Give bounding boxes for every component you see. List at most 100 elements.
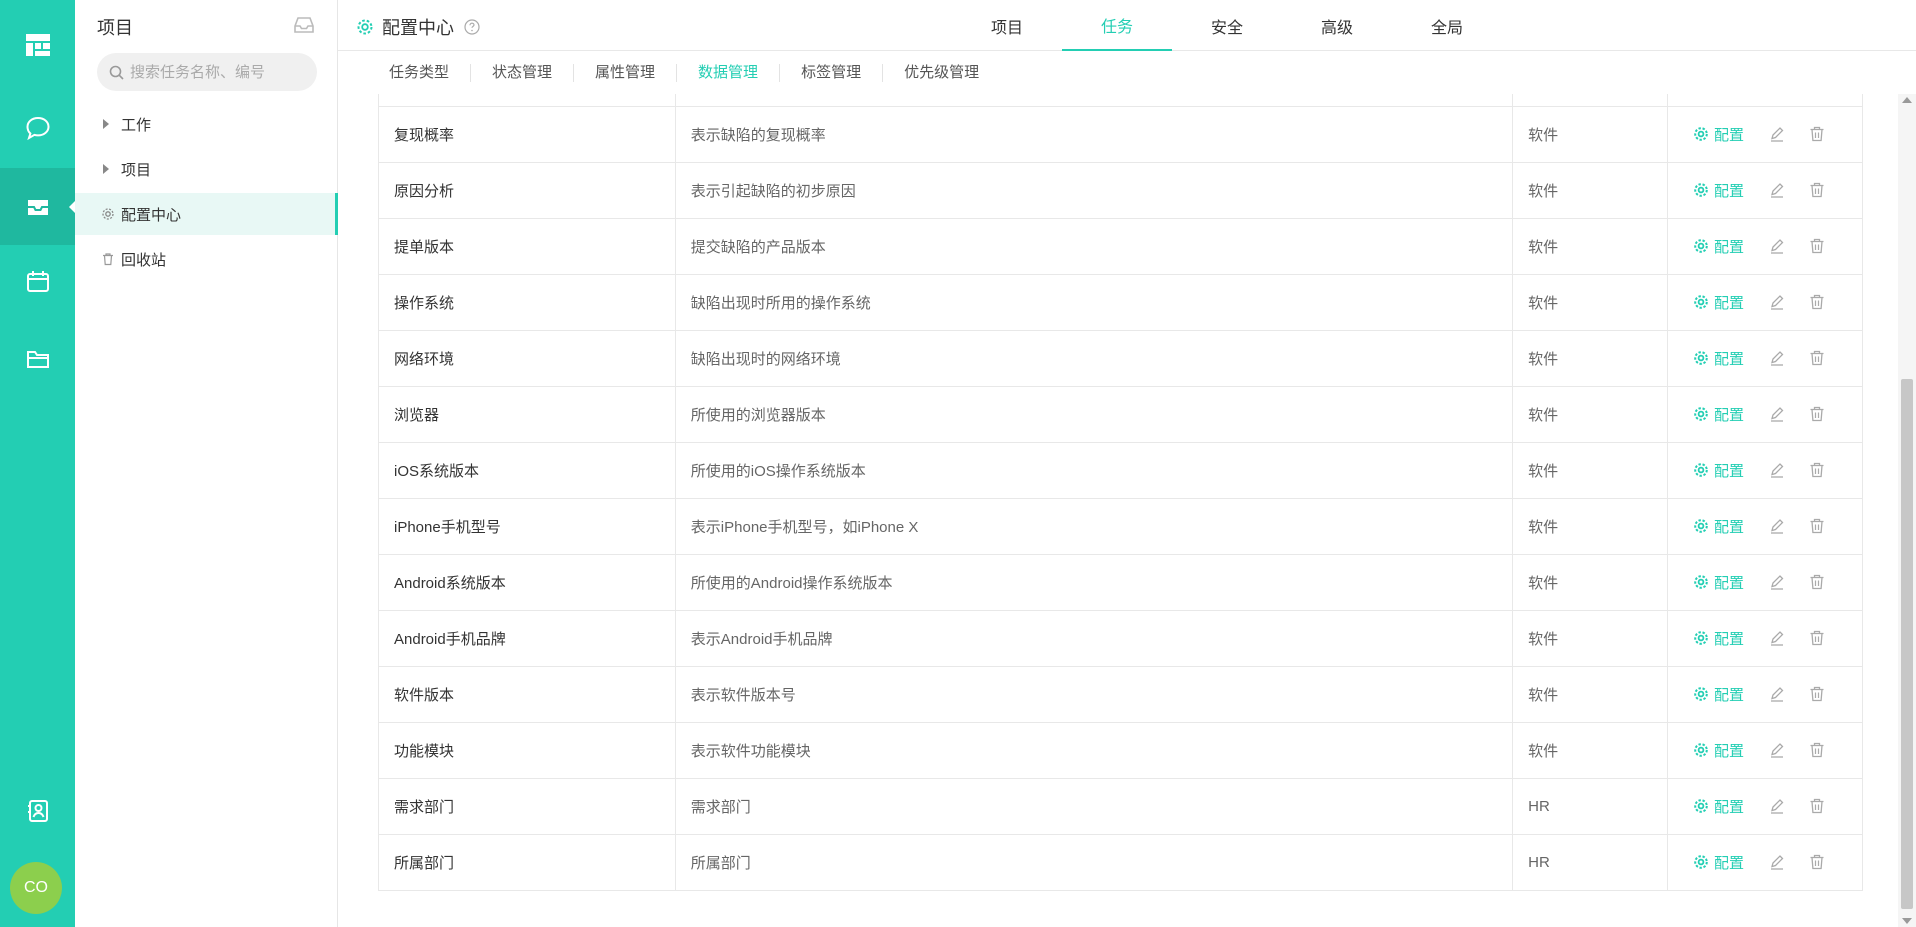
sidebar-item-work[interactable]: 工作 xyxy=(75,103,338,145)
config-button[interactable]: 配置 xyxy=(1693,404,1744,425)
tab-security[interactable]: 安全 xyxy=(1172,0,1282,51)
delete-trash-icon[interactable] xyxy=(1808,461,1826,479)
delete-trash-icon[interactable] xyxy=(1808,125,1826,143)
subtab-data-management[interactable]: 数据管理 xyxy=(677,64,781,82)
edit-pencil-icon[interactable] xyxy=(1768,181,1786,199)
tab-global[interactable]: 全局 xyxy=(1392,0,1502,51)
config-button[interactable]: 配置 xyxy=(1693,740,1744,761)
delete-trash-icon[interactable] xyxy=(1808,405,1826,423)
delete-trash-icon[interactable] xyxy=(1808,685,1826,703)
field-name: 操作系统 xyxy=(378,273,676,331)
edit-pencil-icon[interactable] xyxy=(1768,797,1786,815)
edit-pencil-icon[interactable] xyxy=(1768,573,1786,591)
config-label: 配置 xyxy=(1714,518,1745,536)
actions-cell: 配置 xyxy=(1667,721,1863,779)
edit-pencil-icon[interactable] xyxy=(1768,293,1786,311)
actions-cell: 配置 xyxy=(1667,833,1863,891)
delete-trash-icon[interactable] xyxy=(1808,181,1826,199)
tab-advanced[interactable]: 高级 xyxy=(1282,0,1392,51)
field-name: 复现概率 xyxy=(378,105,676,163)
search-icon xyxy=(109,65,124,80)
tab-project[interactable]: 项目 xyxy=(952,0,1062,51)
subtab-attribute-management[interactable]: 属性管理 xyxy=(574,64,678,82)
config-label: 配置 xyxy=(1714,406,1745,424)
gear-icon xyxy=(1694,855,1708,869)
subtab-status-management[interactable]: 状态管理 xyxy=(471,64,575,82)
sidebar-item-config-center[interactable]: 配置中心 xyxy=(75,193,338,235)
field-category: 软件 xyxy=(1512,553,1669,611)
config-label: 配置 xyxy=(1714,462,1745,480)
config-button[interactable]: 配置 xyxy=(1693,348,1744,369)
help-icon[interactable] xyxy=(464,19,480,35)
search-box[interactable] xyxy=(97,53,317,91)
delete-trash-icon[interactable] xyxy=(1808,741,1826,759)
edit-pencil-icon[interactable] xyxy=(1768,853,1786,871)
field-category: 软件 xyxy=(1512,105,1669,163)
edit-pencil-icon[interactable] xyxy=(1768,237,1786,255)
delete-trash-icon[interactable] xyxy=(1808,573,1826,591)
config-button[interactable]: 配置 xyxy=(1693,628,1744,649)
rail-folder-button[interactable] xyxy=(0,320,75,397)
delete-trash-icon[interactable] xyxy=(1808,629,1826,647)
vertical-scrollbar[interactable] xyxy=(1898,94,1916,927)
delete-trash-icon[interactable] xyxy=(1808,853,1826,871)
scroll-thumb[interactable] xyxy=(1901,379,1913,909)
edit-pencil-icon[interactable] xyxy=(1768,741,1786,759)
edit-pencil-icon[interactable] xyxy=(1768,461,1786,479)
search-input[interactable] xyxy=(130,63,310,81)
app-logo[interactable] xyxy=(0,6,75,83)
inbox-icon[interactable] xyxy=(293,14,315,36)
app-rail: CO xyxy=(0,0,76,927)
user-avatar[interactable]: CO xyxy=(10,862,62,914)
tab-task[interactable]: 任务 xyxy=(1062,0,1172,51)
field-description: 提交缺陷的产品版本 xyxy=(674,217,1514,275)
edit-pencil-icon[interactable] xyxy=(1768,629,1786,647)
edit-pencil-icon[interactable] xyxy=(1768,349,1786,367)
subtab-task-type[interactable]: 任务类型 xyxy=(368,64,472,82)
delete-trash-icon[interactable] xyxy=(1808,293,1826,311)
caret-right-icon xyxy=(103,164,109,174)
delete-trash-icon[interactable] xyxy=(1808,797,1826,815)
config-button[interactable]: 配置 xyxy=(1693,516,1744,537)
table-row: 操作系统 缺陷出现时所用的操作系统 软件 配置 xyxy=(378,273,1863,331)
config-button[interactable]: 配置 xyxy=(1693,684,1744,705)
gear-icon xyxy=(1694,295,1708,309)
sidebar-item-recycle-bin[interactable]: 回收站 xyxy=(75,238,338,280)
config-button[interactable]: 配置 xyxy=(1693,292,1744,313)
actions-cell: 配置 xyxy=(1667,385,1863,443)
table-row: 复现概率 表示缺陷的复现概率 软件 配置 xyxy=(378,105,1863,163)
gear-icon xyxy=(1694,463,1708,477)
edit-pencil-icon[interactable] xyxy=(1768,517,1786,535)
scroll-up-arrow[interactable] xyxy=(1902,97,1912,103)
folder-icon xyxy=(26,350,49,368)
config-button[interactable]: 配置 xyxy=(1693,572,1744,593)
delete-trash-icon[interactable] xyxy=(1808,517,1826,535)
gear-icon xyxy=(1694,407,1708,421)
field-name: 软件版本 xyxy=(378,665,676,723)
data-table: 复现概率 表示缺陷的复现概率 软件 配置 原因分析 表示引起缺陷的初步原因 软件… xyxy=(378,94,1863,891)
edit-pencil-icon[interactable] xyxy=(1768,685,1786,703)
rail-project-button[interactable] xyxy=(0,168,76,245)
config-button[interactable]: 配置 xyxy=(1693,852,1744,873)
field-category: 软件 xyxy=(1512,385,1669,443)
config-button[interactable]: 配置 xyxy=(1693,460,1744,481)
delete-trash-icon[interactable] xyxy=(1808,237,1826,255)
edit-pencil-icon[interactable] xyxy=(1768,125,1786,143)
scroll-down-arrow[interactable] xyxy=(1902,918,1912,924)
config-button[interactable]: 配置 xyxy=(1693,180,1744,201)
edit-pencil-icon[interactable] xyxy=(1768,405,1786,423)
config-label: 配置 xyxy=(1714,798,1745,816)
rail-contacts-button[interactable] xyxy=(0,772,75,849)
subtab-tag-management[interactable]: 标签管理 xyxy=(780,64,884,82)
field-name: iOS系统版本 xyxy=(378,441,676,499)
sidebar-item-project[interactable]: 项目 xyxy=(75,148,338,190)
config-button[interactable]: 配置 xyxy=(1693,124,1744,145)
rail-calendar-button[interactable] xyxy=(0,243,75,320)
config-button[interactable]: 配置 xyxy=(1693,236,1744,257)
subtab-priority-management[interactable]: 优先级管理 xyxy=(883,64,1000,82)
rail-chat-button[interactable] xyxy=(0,89,75,166)
field-description: 所属部门 xyxy=(674,833,1514,891)
config-button[interactable]: 配置 xyxy=(1693,796,1744,817)
field-description: 表示引起缺陷的初步原因 xyxy=(674,161,1514,219)
delete-trash-icon[interactable] xyxy=(1808,349,1826,367)
